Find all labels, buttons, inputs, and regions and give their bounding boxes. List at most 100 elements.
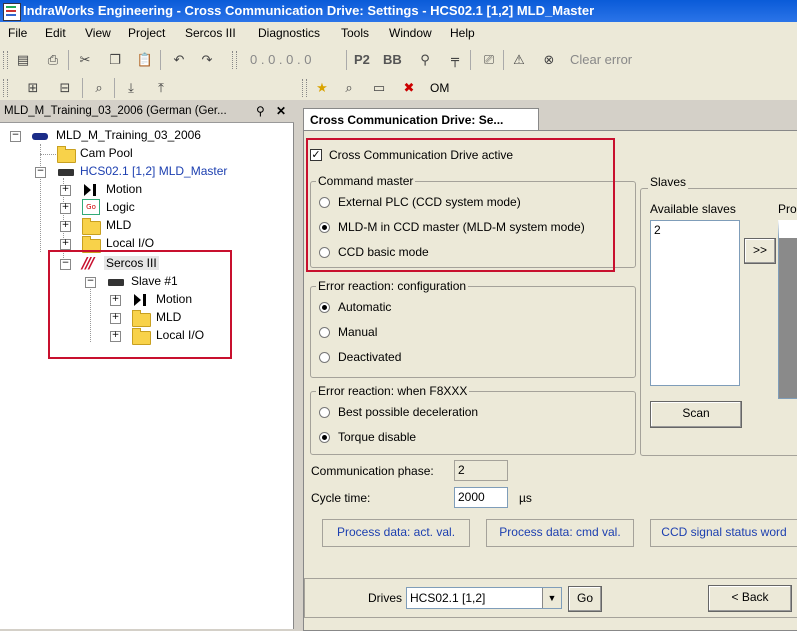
menu-bar: File Edit View Project Sercos III Diagno… xyxy=(0,22,797,44)
menu-project[interactable]: Project xyxy=(128,26,165,40)
tab-ccd-settings[interactable]: Cross Communication Drive: Se... xyxy=(303,108,539,131)
scan-button[interactable]: Scan xyxy=(650,401,742,428)
error-f8-title: Error reaction: when F8XXX xyxy=(316,384,470,398)
menu-tools[interactable]: Tools xyxy=(341,26,369,40)
undo-icon[interactable]: ↶ xyxy=(170,51,188,69)
app-icon xyxy=(3,3,21,21)
main-toolbar: ▤ ⎙ ✂ ❐ 📋 ↶ ↷ 0 . 0 . 0 . 0 P2 BB ⚲ ╤ ⎚ … xyxy=(0,44,797,76)
tree-expander[interactable]: + xyxy=(60,185,71,196)
project-icon xyxy=(32,133,48,140)
communication-phase-label: Communication phase: xyxy=(311,464,434,478)
tree-motion[interactable]: Motion xyxy=(106,182,142,196)
highlight-box xyxy=(306,138,615,272)
label-manual: Manual xyxy=(338,325,378,339)
menu-window[interactable]: Window xyxy=(389,26,432,40)
om-button[interactable]: OM xyxy=(430,81,449,95)
move-slave-button[interactable]: >> xyxy=(744,238,776,264)
label-deactivated: Deactivated xyxy=(338,350,402,364)
paste-icon[interactable]: 📋 xyxy=(136,51,154,69)
project-title: MLD_M_Training_03_2006 (German (Ger... xyxy=(4,105,227,117)
radio-best-deceleration[interactable] xyxy=(319,407,330,418)
radio-manual[interactable] xyxy=(319,327,330,338)
tree-local-io[interactable]: Local I/O xyxy=(106,236,154,250)
menu-view[interactable]: View xyxy=(85,26,111,40)
pin-icon[interactable]: ⚲ xyxy=(256,100,265,122)
cut-icon[interactable]: ✂ xyxy=(76,51,94,69)
tree-expander[interactable]: + xyxy=(60,221,71,232)
toolbar-grip xyxy=(232,51,237,69)
tree-mld[interactable]: MLD xyxy=(106,218,131,232)
slaves-title: Slaves xyxy=(648,175,689,189)
radio-torque-disable[interactable] xyxy=(319,432,330,443)
available-slaves-list[interactable]: 2 xyxy=(650,220,740,386)
drives-select[interactable]: HCS02.1 [1,2] MLD_Mas ▼ xyxy=(406,587,562,609)
label-torque-disable: Torque disable xyxy=(338,430,417,444)
error-config-title: Error reaction: configuration xyxy=(316,279,469,293)
p2-button[interactable]: P2 xyxy=(354,52,370,67)
window-icon[interactable]: ▭ xyxy=(370,79,388,97)
copy-icon[interactable]: ❐ xyxy=(106,51,124,69)
tree-cam-pool[interactable]: Cam Pool xyxy=(80,146,133,160)
tree-expander[interactable]: + xyxy=(60,239,71,250)
communication-phase-field: 2 xyxy=(454,460,508,481)
project-explorer-header: MLD_M_Training_03_2006 (German (Ger... ⚲… xyxy=(0,100,294,123)
tree-drive[interactable]: HCS02.1 [1,2] MLD_Master xyxy=(80,164,227,178)
process-slaves-label: Pro xyxy=(778,202,797,216)
process-slaves-list[interactable] xyxy=(778,220,797,399)
clear-error-button[interactable]: Clear error xyxy=(570,52,632,67)
device-icon[interactable]: ⎚ xyxy=(480,51,498,69)
radio-automatic[interactable] xyxy=(319,302,330,313)
menu-diagnostics[interactable]: Diagnostics xyxy=(258,26,320,40)
print-icon[interactable]: ⎙ xyxy=(44,51,62,69)
network-offline-icon[interactable]: ⊟ xyxy=(56,79,74,97)
zoom-icon[interactable]: ⌕ xyxy=(340,79,358,97)
drive-icon xyxy=(58,169,74,176)
chevron-down-icon[interactable]: ▼ xyxy=(542,588,561,608)
tree-root[interactable]: MLD_M_Training_03_2006 xyxy=(56,128,201,142)
menu-sercos[interactable]: Sercos III xyxy=(185,26,236,40)
label-best-deceleration: Best possible deceleration xyxy=(338,405,479,419)
settings-panel: Cross Communication Drive: Se... ✓ Cross… xyxy=(298,100,797,631)
download-icon[interactable]: ⤓ xyxy=(122,79,140,97)
title-bar: IndraWorks Engineering - Cross Communica… xyxy=(0,0,797,22)
cycle-time-label: Cycle time: xyxy=(311,491,371,505)
menu-edit[interactable]: Edit xyxy=(45,26,66,40)
upload-icon[interactable]: ⤒ xyxy=(152,79,170,97)
stop-icon[interactable]: ✖ xyxy=(400,79,418,97)
label-automatic: Automatic xyxy=(338,300,392,314)
window-title: IndraWorks Engineering - Cross Communica… xyxy=(23,3,595,18)
process-act-button[interactable]: Process data: act. val. xyxy=(322,519,470,547)
favorites-icon[interactable]: ★ xyxy=(313,79,331,97)
ccd-status-button[interactable]: CCD signal status word xyxy=(650,519,797,547)
close-icon[interactable]: ✕ xyxy=(276,100,286,122)
axis-icon[interactable]: ⚲ xyxy=(416,51,434,69)
warning-icon[interactable]: ⚠ xyxy=(510,51,528,69)
network-icon[interactable]: ⊞ xyxy=(24,79,42,97)
process-cmd-button[interactable]: Process data: cmd val. xyxy=(486,519,634,547)
menu-file[interactable]: File xyxy=(8,26,27,40)
logic-icon: Go xyxy=(82,199,100,215)
clear-error-icon[interactable]: ⊗ xyxy=(540,51,558,69)
drive-enable-icon[interactable]: ╤ xyxy=(446,51,464,69)
error-f8-group xyxy=(310,391,636,455)
back-button[interactable]: < Back xyxy=(708,585,792,612)
menu-help[interactable]: Help xyxy=(450,26,475,40)
bb-button[interactable]: BB xyxy=(383,52,402,67)
project-explorer: MLD_M_Training_03_2006 (German (Ger... ⚲… xyxy=(0,100,294,629)
redo-icon[interactable]: ↷ xyxy=(198,51,216,69)
project-explorer-icon[interactable]: ▤ xyxy=(14,51,32,69)
address-display: 0 . 0 . 0 . 0 xyxy=(250,52,312,67)
folder-icon xyxy=(82,218,101,235)
go-button[interactable]: Go xyxy=(568,586,602,612)
tree-expander[interactable]: − xyxy=(35,167,46,178)
cycle-time-unit: µs xyxy=(519,491,532,505)
cycle-time-input[interactable]: 2000 xyxy=(454,487,508,508)
highlight-box xyxy=(48,250,232,359)
tree-expander[interactable]: − xyxy=(10,131,21,142)
radio-deactivated[interactable] xyxy=(319,352,330,363)
list-item[interactable]: 2 xyxy=(654,223,661,237)
tree-logic[interactable]: Logic xyxy=(106,200,135,214)
search-device-icon[interactable]: ⌕ xyxy=(90,79,108,97)
drives-select-value: HCS02.1 [1,2] MLD_Mas xyxy=(410,591,486,605)
tree-expander[interactable]: + xyxy=(60,203,71,214)
